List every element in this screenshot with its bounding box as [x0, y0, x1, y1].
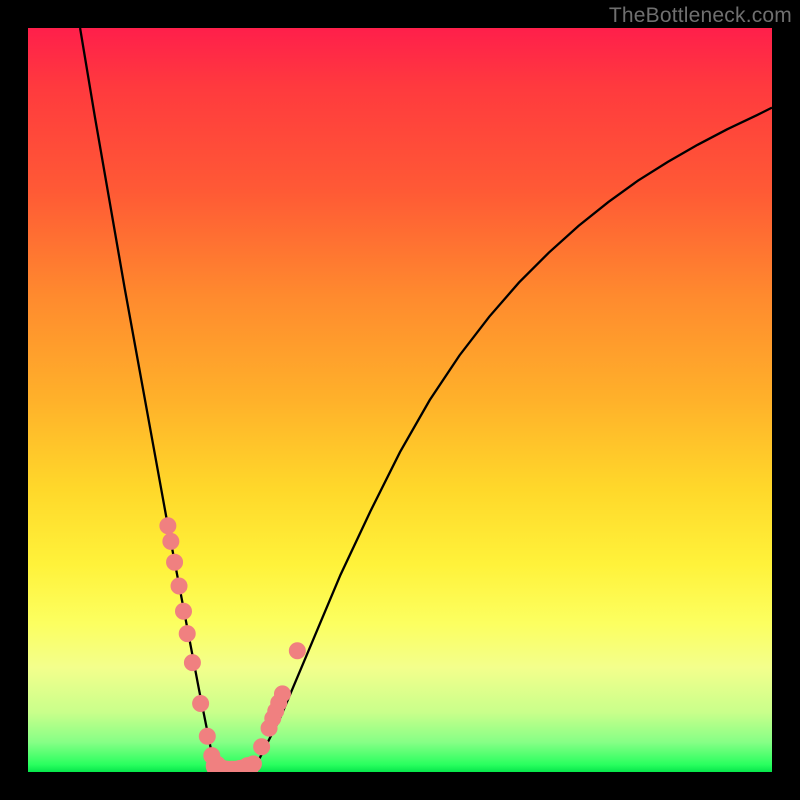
chart-svg	[28, 28, 772, 772]
data-point	[274, 686, 290, 702]
data-point	[289, 643, 305, 659]
highlighted-points	[160, 518, 305, 772]
data-point	[245, 756, 261, 772]
plot-area	[28, 28, 772, 772]
data-point	[254, 739, 270, 755]
data-point	[199, 728, 215, 744]
data-point	[167, 554, 183, 570]
bottleneck-curve	[80, 28, 772, 772]
data-point	[160, 518, 176, 534]
data-point	[163, 533, 179, 549]
data-point	[184, 655, 200, 671]
data-point	[171, 578, 187, 594]
watermark-text: TheBottleneck.com	[609, 4, 792, 28]
data-point	[193, 696, 209, 712]
chart-frame: TheBottleneck.com	[0, 0, 800, 800]
data-point	[176, 603, 192, 619]
data-point	[179, 626, 195, 642]
